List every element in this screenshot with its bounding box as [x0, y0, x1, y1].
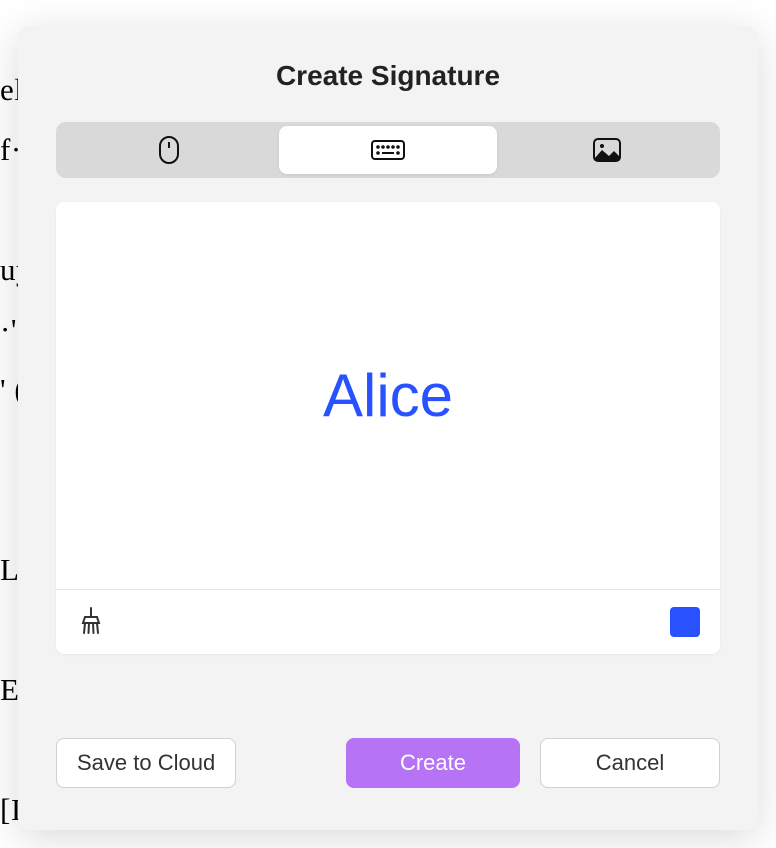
mouse-icon: [157, 135, 181, 165]
signature-preview-area[interactable]: Alice: [56, 202, 720, 590]
tab-image[interactable]: [497, 126, 716, 174]
keyboard-icon: [370, 139, 406, 161]
clear-button[interactable]: [72, 600, 110, 645]
cancel-button[interactable]: Cancel: [540, 738, 720, 788]
tab-type[interactable]: [279, 126, 498, 174]
create-button[interactable]: Create: [346, 738, 520, 788]
signature-canvas: Alice: [56, 202, 720, 654]
modal-footer: Save to Cloud Create Cancel: [18, 678, 758, 830]
modal-title: Create Signature: [18, 26, 758, 122]
create-signature-modal: Create Signature: [18, 26, 758, 830]
color-swatch[interactable]: [670, 607, 700, 637]
signature-typed-text: Alice: [323, 361, 453, 430]
canvas-toolbar: [56, 590, 720, 654]
input-method-tabs: [56, 122, 720, 178]
broom-icon: [78, 606, 104, 639]
tab-draw[interactable]: [60, 126, 279, 174]
image-icon: [592, 137, 622, 163]
save-to-cloud-button[interactable]: Save to Cloud: [56, 738, 236, 788]
